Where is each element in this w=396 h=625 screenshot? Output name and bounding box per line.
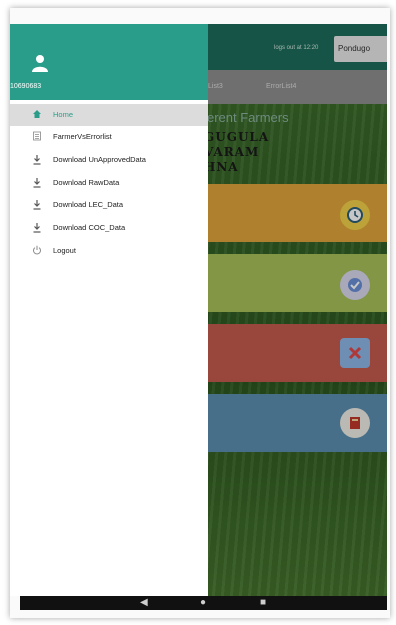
menu-item-download-lec-data[interactable]: Download LEC_Data <box>10 194 208 216</box>
menu-item-logout[interactable]: Logout <box>10 240 208 262</box>
user-id: 10690683 <box>10 83 42 90</box>
home-icon <box>32 109 42 121</box>
recents-icon[interactable]: ■ <box>260 597 266 609</box>
drawer-header: 10690683 <box>10 24 208 100</box>
menu-item-farmervserrorlist[interactable]: FarmerVsErrorlist <box>10 126 208 148</box>
menu-label-download-unapproveddata: Download UnApprovedData <box>53 155 146 164</box>
menu-item-download-coc-data[interactable]: Download COC_Data <box>10 217 208 239</box>
download-icon <box>32 154 42 166</box>
menu-label-download-rawdata: Download RawData <box>53 178 120 187</box>
download-icon <box>32 177 42 189</box>
back-icon[interactable]: ◀ <box>140 597 148 609</box>
system-nav-bar: ◀ ● ■ <box>20 596 387 610</box>
download-icon <box>32 222 42 234</box>
download-icon <box>32 199 42 211</box>
menu-item-download-rawdata[interactable]: Download RawData <box>10 172 208 194</box>
menu-item-home[interactable]: Home <box>10 104 208 126</box>
menu-label-logout: Logout <box>53 246 76 255</box>
power-icon <box>32 245 42 257</box>
menu-label-download-lec-data: Download LEC_Data <box>53 200 124 209</box>
menu-label-home: Home <box>53 110 74 119</box>
menu-label-farmervserrorlist: FarmerVsErrorlist <box>53 132 112 141</box>
user-icon <box>32 55 48 72</box>
menu-label-download-coc-data: Download COC_Data <box>53 223 126 232</box>
menu-item-download-unapproveddata[interactable]: Download UnApprovedData <box>10 149 208 171</box>
home-nav-icon[interactable]: ● <box>200 597 206 609</box>
navigation-drawer: 10690683 Home FarmerVsErrorlist Download… <box>10 24 208 596</box>
list-icon <box>32 131 42 143</box>
